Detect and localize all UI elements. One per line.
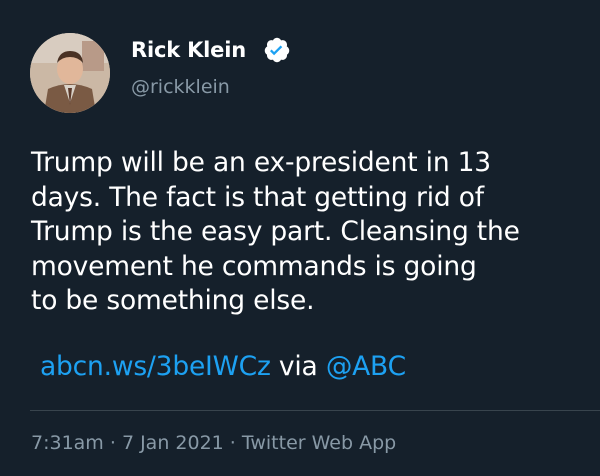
tweet-line: Trump will be an ex-president in 13 xyxy=(31,147,491,178)
via-text: via xyxy=(270,351,326,382)
tweet-link-line: abcn.ws/3beIWCz via @ABC xyxy=(40,350,406,385)
tweet-line: Trump is the easy part. Cleansing the xyxy=(31,216,520,247)
meta-separator: · xyxy=(103,432,122,454)
avatar[interactable] xyxy=(30,33,110,113)
tweet-text: Trump will be an ex-president in 13 days… xyxy=(31,146,591,319)
tweet-line: days. The fact is that getting rid of xyxy=(31,181,484,213)
profile-photo-icon xyxy=(30,33,110,113)
article-link[interactable]: abcn.ws/3beIWCz xyxy=(40,351,271,382)
tweet-source[interactable]: Twitter Web App xyxy=(242,432,396,454)
verified-badge-icon xyxy=(264,37,290,63)
tweet-line: to be something else. xyxy=(31,285,315,316)
tweet-time[interactable]: 7:31am xyxy=(31,432,104,454)
author-name[interactable]: Rick Klein xyxy=(131,38,246,62)
mention-link[interactable]: @ABC xyxy=(326,351,406,382)
tweet-meta: 7:31am · 7 Jan 2021 · Twitter Web App xyxy=(31,432,396,454)
divider xyxy=(30,410,600,411)
tweet-date[interactable]: 7 Jan 2021 xyxy=(122,432,224,454)
author-handle[interactable]: @rickklein xyxy=(131,76,230,98)
tweet-card: Rick Klein @rickklein Trump will be an e… xyxy=(0,0,600,476)
tweet-line: movement he commands is going xyxy=(31,250,477,282)
meta-separator: · xyxy=(223,432,242,454)
